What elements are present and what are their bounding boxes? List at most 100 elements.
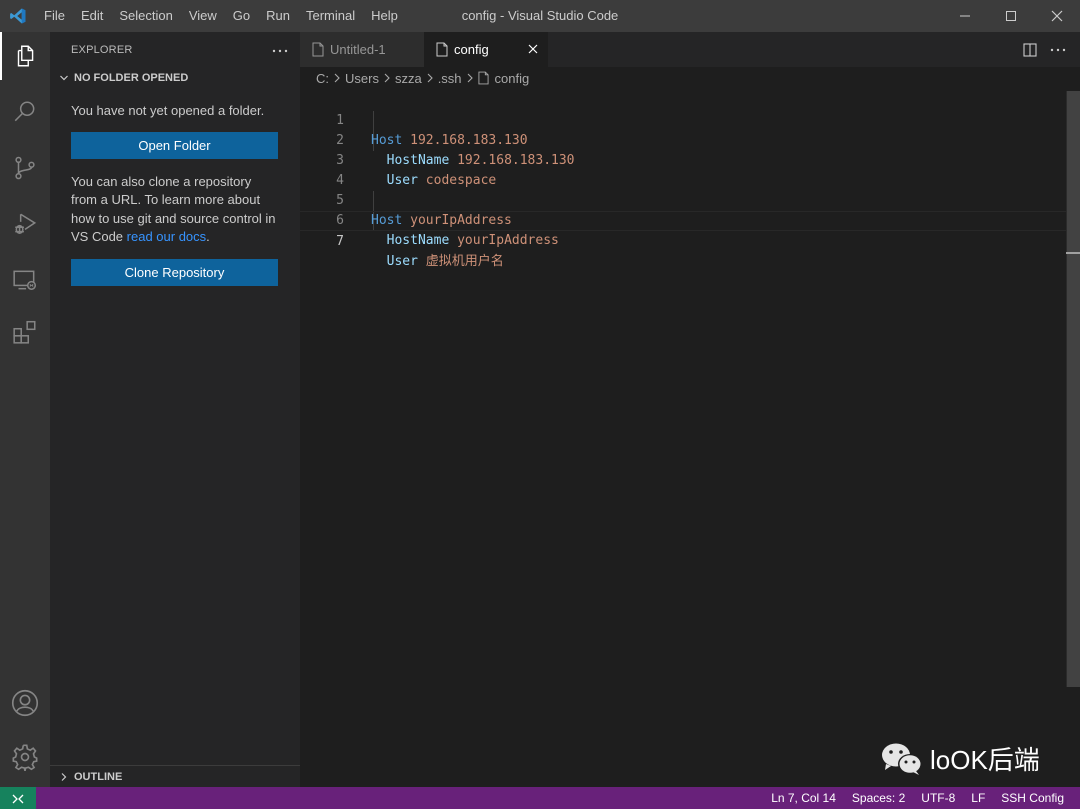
sidebar-title: EXPLORER (71, 43, 133, 56)
maximize-icon (1006, 11, 1016, 21)
encoding[interactable]: UTF-8 (913, 787, 963, 809)
minimize-icon (960, 15, 970, 17)
activity-extensions[interactable] (0, 308, 50, 356)
keyword: HostName (386, 233, 450, 248)
activity-bar (0, 32, 50, 787)
editor-more-actions-button[interactable] (1044, 36, 1072, 64)
menu-help[interactable]: Help (363, 0, 406, 32)
watermark-text: loOK后端 (930, 745, 1040, 775)
breadcrumb-item[interactable]: szza (395, 71, 422, 86)
breadcrumb-item[interactable]: C: (316, 71, 329, 86)
tab-label: config (454, 42, 489, 57)
activity-remote-explorer[interactable] (0, 256, 50, 304)
no-folder-message: You have not yet opened a folder. (71, 103, 265, 118)
vscode-logo-icon (0, 0, 36, 32)
remote-explorer-icon (13, 270, 37, 290)
code-line: 1 Host 192.168.183.130 (300, 91, 1066, 148)
close-window-button[interactable] (1034, 0, 1080, 32)
explorer-icon (17, 45, 34, 67)
activity-run-debug[interactable] (0, 200, 50, 248)
code-line: 5 Host yourIpAddress (300, 171, 1066, 228)
minimize-button[interactable] (942, 0, 988, 32)
menu-go[interactable]: Go (225, 0, 258, 32)
code-line: 6 HostName yourIpAddress (300, 191, 1066, 248)
menu-edit[interactable]: Edit (73, 0, 111, 32)
file-icon (312, 42, 324, 57)
tab-config[interactable]: config (424, 32, 548, 67)
accounts-icon (11, 689, 39, 717)
chevron-right-icon (333, 73, 341, 83)
clone-repository-button[interactable]: Clone Repository (71, 258, 278, 286)
maximize-button[interactable] (988, 0, 1034, 32)
title-bar: File Edit Selection View Go Run Terminal… (0, 0, 1080, 32)
activity-accounts[interactable] (0, 679, 50, 727)
no-folder-section-header[interactable]: NO FOLDER OPENED (50, 67, 300, 89)
breadcrumb-item[interactable]: Users (345, 71, 379, 86)
breadcrumb-item[interactable]: .ssh (438, 71, 462, 86)
indentation[interactable]: Spaces: 2 (844, 787, 913, 809)
clone-info-text: You can also clone a repository from a U… (71, 173, 278, 247)
clone-info-suffix: . (206, 229, 210, 244)
explorer-sidebar: EXPLORER NO FOLDER OPENED You have not y… (50, 32, 300, 787)
activity-search[interactable] (0, 88, 50, 136)
extensions-icon (13, 320, 36, 344)
section-title: NO FOLDER OPENED (74, 72, 189, 84)
file-icon (436, 42, 448, 57)
read-docs-link[interactable]: read our docs (127, 229, 207, 244)
editor-area: Untitled-1 config C: Users szza .ssh con… (300, 32, 1080, 787)
cursor-position-marker (1066, 252, 1080, 254)
code-editor[interactable]: 1 Host 192.168.183.130 2 HostName 192.16… (300, 91, 1066, 269)
close-icon (528, 44, 538, 54)
menu-terminal[interactable]: Terminal (298, 0, 363, 32)
remote-indicator-button[interactable] (0, 787, 36, 809)
end-of-line[interactable]: LF (963, 787, 993, 809)
remote-indicator-icon (12, 794, 24, 804)
chevron-right-icon (466, 73, 474, 83)
menu-file[interactable]: File (36, 0, 73, 32)
breadcrumb-item[interactable]: config (495, 71, 530, 86)
close-icon (1051, 10, 1063, 22)
activity-explorer[interactable] (0, 32, 50, 80)
status-bar: Ln 7, Col 14 Spaces: 2 UTF-8 LF SSH Conf… (0, 787, 1080, 809)
line-number: 7 (336, 234, 344, 249)
tab-bar: Untitled-1 config (300, 32, 1080, 67)
keyword: User (386, 254, 418, 269)
split-editor-button[interactable] (1016, 36, 1044, 64)
activity-source-control[interactable] (0, 144, 50, 192)
settings-gear-icon (12, 744, 38, 771)
language-mode[interactable]: SSH Config (993, 787, 1072, 809)
menu-view[interactable]: View (181, 0, 225, 32)
more-actions-button[interactable] (272, 42, 288, 57)
code-line: 3 User codespace (300, 131, 1066, 188)
menu-bar: File Edit Selection View Go Run Terminal… (36, 0, 406, 32)
tab-label: Untitled-1 (330, 42, 386, 57)
code-line-current: 7 User 虚拟机用户名 (300, 211, 1066, 269)
chevron-right-icon (383, 73, 391, 83)
value: 虚拟机用户名 (425, 254, 504, 269)
ellipsis-icon (1050, 48, 1066, 51)
menu-selection[interactable]: Selection (111, 0, 180, 32)
outline-section-header[interactable]: OUTLINE (50, 765, 300, 787)
chevron-right-icon (56, 772, 72, 782)
activity-manage[interactable] (0, 733, 50, 781)
open-folder-button[interactable]: Open Folder (71, 131, 278, 159)
close-tab-button[interactable] (528, 42, 538, 57)
run-debug-icon (15, 213, 37, 234)
ellipsis-icon (272, 49, 288, 53)
code-line: 4 (300, 151, 1066, 188)
chevron-right-icon (426, 73, 434, 83)
watermark: loOK后端 (880, 740, 1040, 777)
value: yourIpAddress (457, 233, 559, 248)
outline-title: OUTLINE (74, 770, 123, 783)
source-control-icon (15, 156, 35, 180)
breadcrumb: C: Users szza .ssh config (300, 67, 1080, 89)
split-editor-icon (1023, 42, 1037, 57)
vertical-scrollbar[interactable] (1066, 91, 1080, 687)
tab-untitled-1[interactable]: Untitled-1 (300, 32, 424, 67)
cursor-position[interactable]: Ln 7, Col 14 (763, 787, 844, 809)
chevron-down-icon (56, 73, 72, 83)
wechat-icon (882, 743, 922, 775)
file-icon (477, 71, 489, 85)
menu-run[interactable]: Run (258, 0, 298, 32)
code-line: 2 HostName 192.168.183.130 (300, 111, 1066, 168)
